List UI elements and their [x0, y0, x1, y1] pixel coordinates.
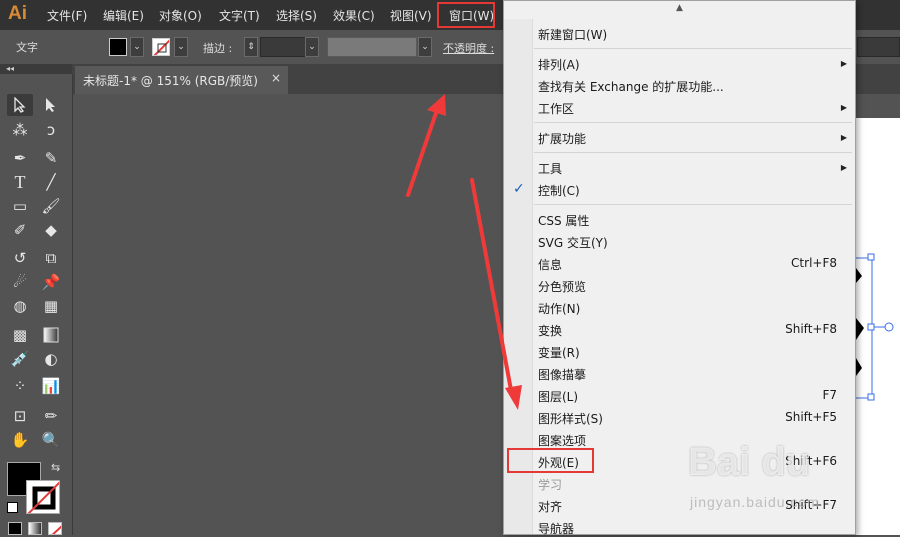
arrowhead-down-icon — [505, 385, 522, 410]
watermark-url: jingyan.baidu.com — [690, 494, 820, 510]
arrow-to-window-menu — [406, 108, 439, 197]
baidu-watermark: Bai du — [688, 440, 811, 484]
arrowhead-up-icon — [427, 94, 446, 116]
arrow-to-appearance — [470, 178, 513, 392]
